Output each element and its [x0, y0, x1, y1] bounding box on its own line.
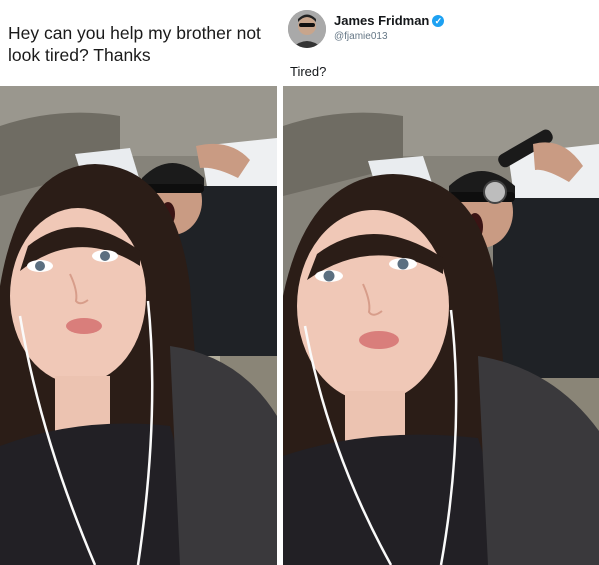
author-avatar[interactable]: [288, 10, 326, 48]
author-handle[interactable]: @fjamie013: [334, 31, 388, 42]
original-photo: [0, 86, 277, 565]
author-name[interactable]: James Fridman ✓: [334, 13, 445, 28]
reply-text: Tired?: [290, 64, 327, 79]
tweet-header: James Fridman ✓ @fjamie013: [288, 8, 593, 52]
request-caption: Hey can you help my brother not look tir…: [8, 23, 261, 65]
verified-badge-icon: ✓: [432, 15, 445, 27]
edited-photo: [283, 86, 599, 565]
